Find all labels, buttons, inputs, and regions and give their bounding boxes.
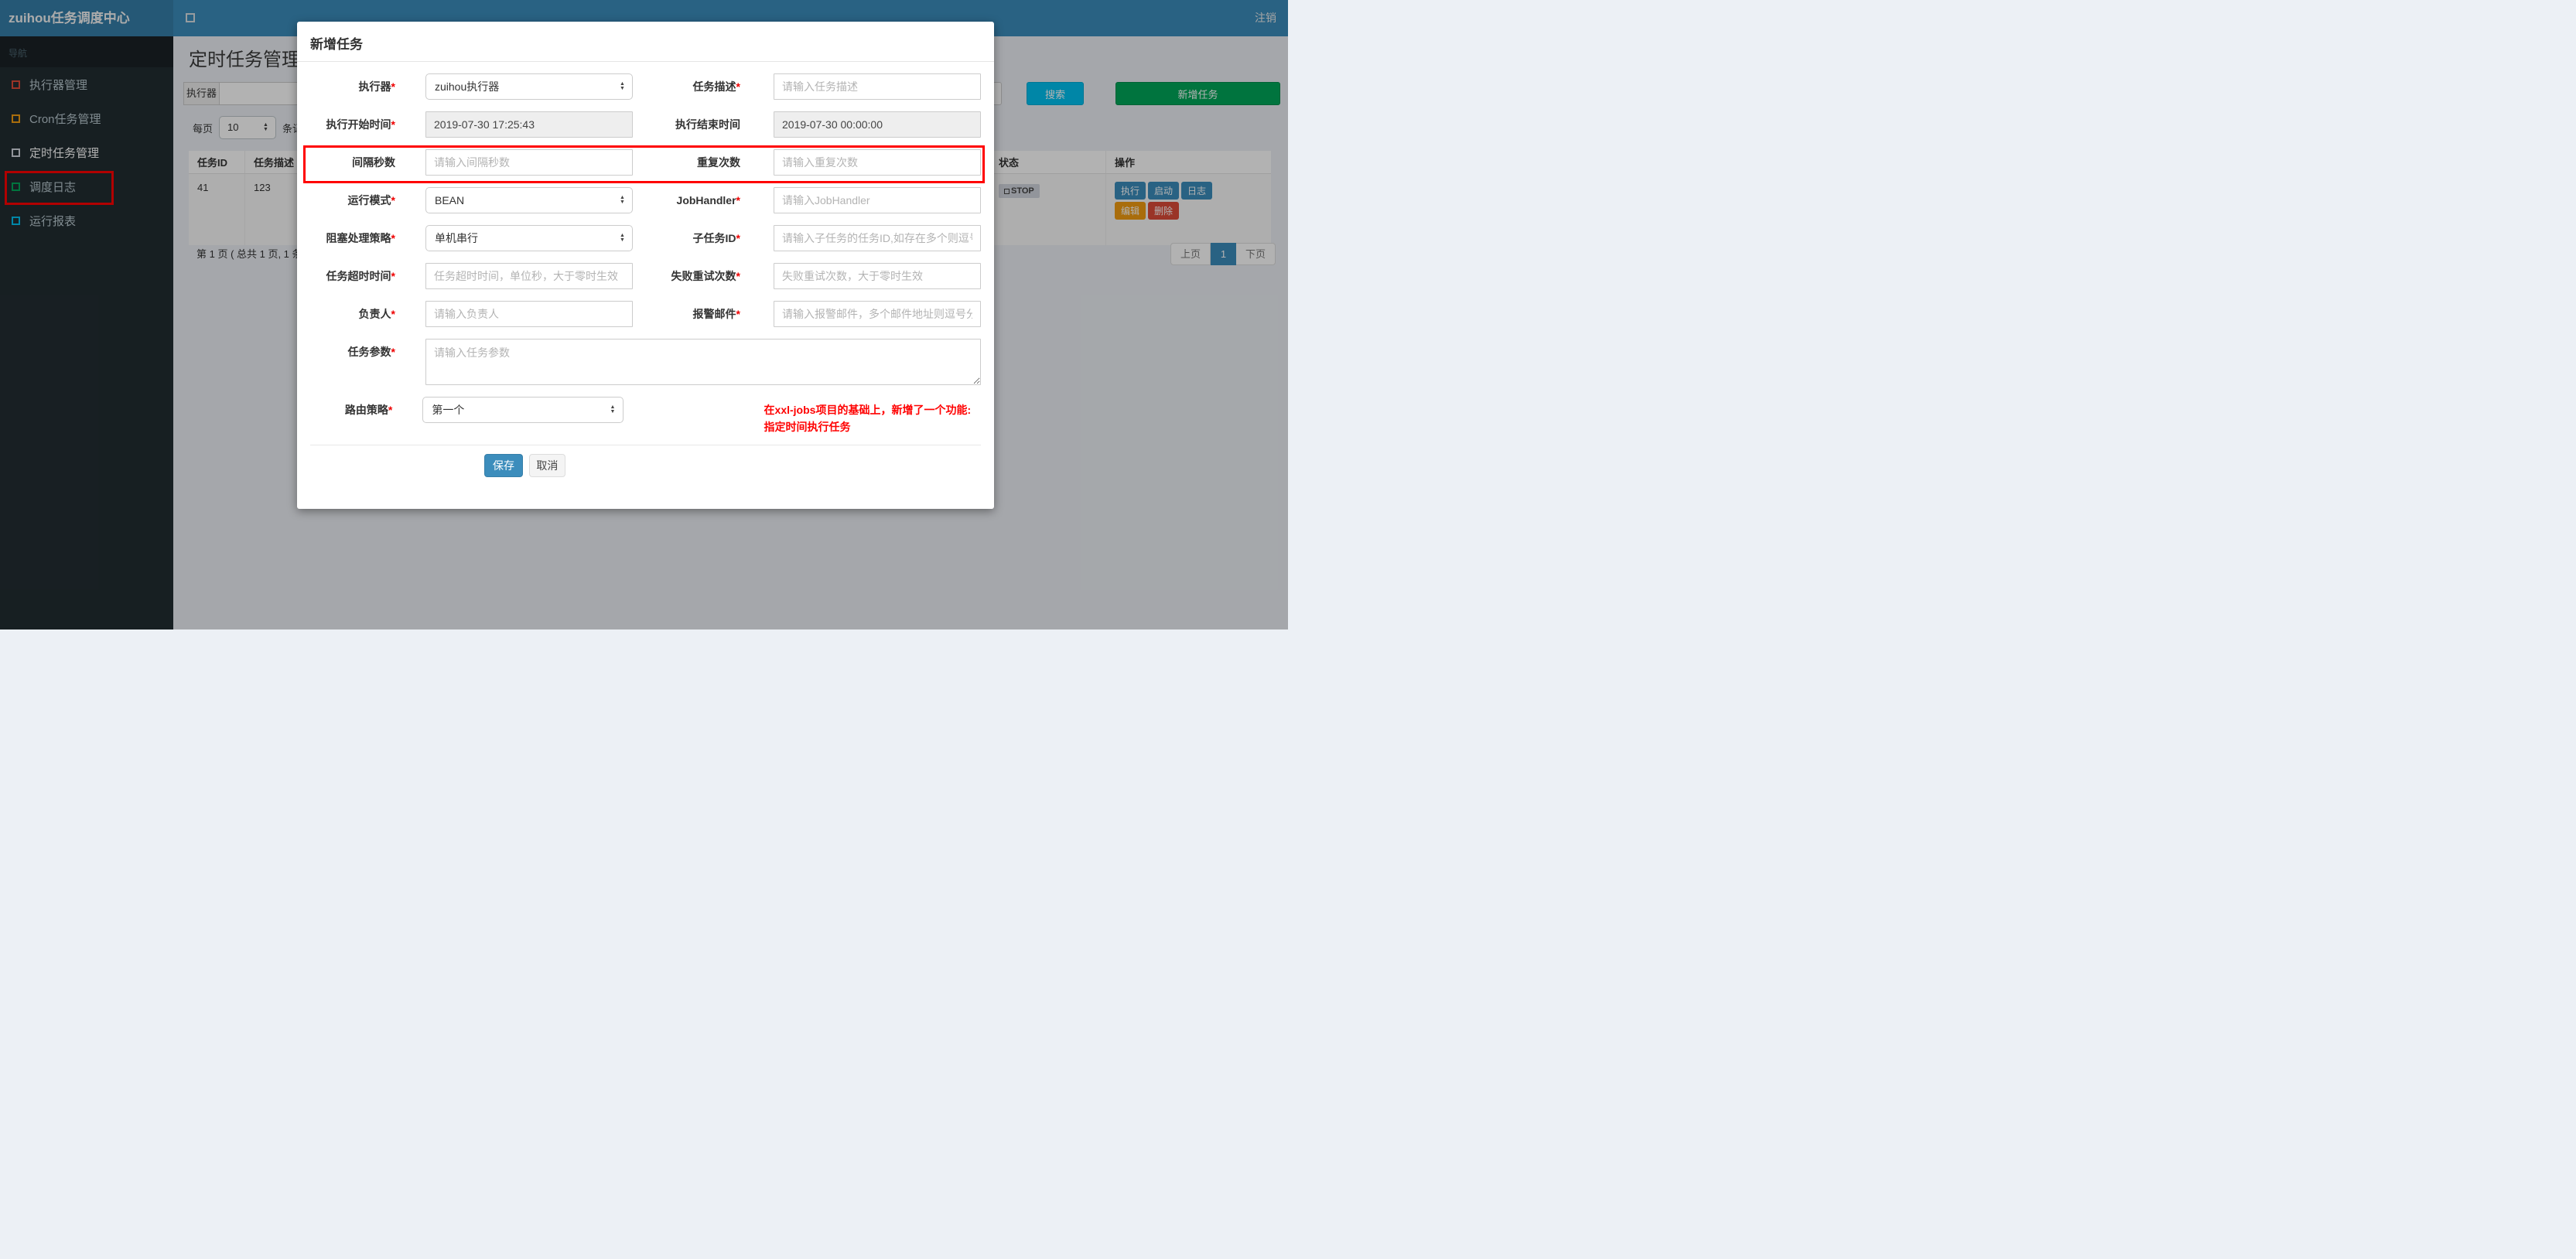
end-time-label: 执行结束时间	[675, 118, 740, 131]
job-handler-label: JobHandler*	[676, 194, 740, 206]
select-caret-icon	[620, 234, 626, 243]
glue-type-label: 运行模式*	[347, 194, 395, 206]
start-time-label: 执行开始时间*	[326, 118, 395, 131]
executor-select[interactable]: zuihou执行器	[425, 73, 633, 100]
job-handler-input[interactable]	[774, 187, 981, 213]
job-param-label: 任务参数*	[347, 346, 395, 358]
feature-note: 在xxl-jobs项目的基础上，新增了一个功能: 指定时间执行任务	[764, 404, 972, 433]
repeat-count-input[interactable]	[774, 149, 981, 176]
save-button[interactable]: 保存	[484, 454, 523, 477]
alarm-email-label: 报警邮件*	[692, 308, 740, 320]
start-time-input[interactable]	[425, 111, 633, 138]
route-strategy-select[interactable]: 第一个	[422, 397, 624, 423]
select-caret-icon	[610, 405, 617, 415]
modal-footer: 保存 取消	[297, 445, 994, 486]
executor-label: 执行器*	[358, 80, 395, 93]
timeout-label: 任务超时时间*	[326, 270, 395, 282]
modal-header: 新增任务	[297, 22, 994, 62]
interval-label: 间隔秒数	[352, 156, 395, 169]
child-jobid-label: 子任务ID*	[692, 232, 740, 244]
author-input[interactable]	[425, 301, 633, 327]
job-param-textarea[interactable]	[425, 339, 981, 385]
author-label: 负责人*	[358, 308, 395, 320]
block-strategy-select[interactable]: 单机串行	[425, 225, 633, 251]
glue-type-select[interactable]: BEAN	[425, 187, 633, 213]
fail-retry-label: 失败重试次数*	[671, 270, 740, 282]
cancel-button[interactable]: 取消	[528, 454, 565, 477]
modal-body: 执行器* zuihou执行器 任务描述* 执行开始时间* 执行结束时间 间隔秒数…	[297, 62, 994, 435]
end-time-input[interactable]	[774, 111, 981, 138]
select-caret-icon	[620, 82, 626, 91]
select-caret-icon	[620, 196, 626, 205]
job-desc-input[interactable]	[774, 73, 981, 100]
alarm-email-input[interactable]	[774, 301, 981, 327]
job-desc-label: 任务描述*	[692, 80, 740, 93]
modal-title: 新增任务	[310, 37, 363, 52]
interval-input[interactable]	[425, 149, 633, 176]
add-task-modal: 新增任务 执行器* zuihou执行器 任务描述* 执行开始时间* 执行结束时间…	[297, 22, 994, 509]
child-jobid-input[interactable]	[774, 225, 981, 251]
fail-retry-input[interactable]	[774, 263, 981, 289]
block-strategy-label: 阻塞处理策略*	[326, 232, 395, 244]
timeout-input[interactable]	[425, 263, 633, 289]
route-strategy-label: 路由策略*	[344, 404, 393, 416]
repeat-count-label: 重复次数	[697, 156, 740, 169]
